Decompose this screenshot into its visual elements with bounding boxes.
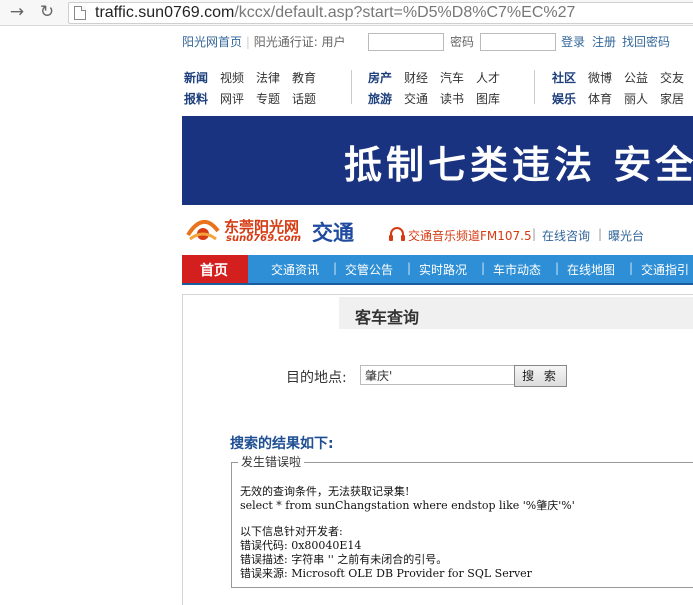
nav-dating[interactable]: 交友 (660, 70, 684, 86)
page-icon (74, 6, 86, 20)
results-title: 搜索的结果如下: (230, 436, 334, 452)
home-link[interactable]: 阳光网首页 (182, 35, 242, 49)
nav-education[interactable]: 教育 (292, 70, 316, 86)
nav-talent[interactable]: 人才 (476, 70, 500, 86)
address-bar[interactable]: traffic.sun0769.com/kccx/default.asp?sta… (68, 2, 693, 24)
banner-text: 抵制七类违法 安全 (344, 142, 693, 187)
username-input[interactable] (368, 33, 444, 51)
register-link[interactable]: 注册 (592, 30, 616, 54)
page-title: 客车查询 (355, 308, 420, 327)
exposure-link[interactable]: 曝光台 (608, 227, 644, 244)
nav-gallery[interactable]: 图库 (476, 91, 500, 107)
menu-home-label[interactable]: 首页 (200, 260, 228, 280)
sun-logo-icon (186, 220, 220, 241)
menu-live-traffic[interactable]: 实时路况 (419, 261, 467, 278)
nav-news[interactable]: 新闻 (184, 70, 208, 86)
passport-label: 阳光通行证: 用户 (253, 35, 346, 49)
menu-separator: | (629, 261, 634, 275)
logo-domain: sun0769.com (226, 233, 302, 244)
nav-divider (351, 70, 352, 104)
nav-books[interactable]: 读书 (440, 91, 464, 107)
nav-travel[interactable]: 旅游 (368, 91, 392, 107)
nav-entertainment[interactable]: 娱乐 (552, 91, 576, 107)
menu-traffic-news[interactable]: 交通资讯 (271, 261, 319, 278)
nav-charity[interactable]: 公益 (624, 70, 648, 86)
error-legend: 发生错误啦 (238, 453, 305, 470)
nav-beauty[interactable]: 丽人 (624, 91, 648, 107)
header-separator: | (598, 227, 603, 241)
search-button[interactable]: 搜 索 (514, 365, 567, 387)
destination-input[interactable] (360, 365, 516, 385)
error-message: 无效的查询条件，无法获取记录集! (240, 485, 410, 498)
url-text[interactable]: traffic.sun0769.com/kccx/default.asp?sta… (95, 4, 575, 22)
nav-subject[interactable]: 话题 (292, 91, 316, 107)
error-sql: select * from sunChangstation where ends… (240, 499, 575, 512)
nav-divider (534, 70, 535, 104)
login-link[interactable]: 登录 (561, 30, 585, 54)
nav-traffic[interactable]: 交通 (404, 91, 428, 107)
recover-password-link[interactable]: 找回密码 (622, 30, 670, 54)
nav-community[interactable]: 社区 (552, 70, 576, 86)
headphones-icon (389, 227, 405, 241)
reload-icon[interactable]: ↻ (37, 2, 57, 22)
nav-finance[interactable]: 财经 (404, 70, 428, 86)
nav-sports[interactable]: 体育 (588, 91, 612, 107)
promo-banner[interactable]: 抵制七类违法 安全 (182, 116, 693, 205)
menu-home-edge (238, 255, 248, 283)
menu-traffic-guide[interactable]: 交通指引 (641, 261, 689, 278)
back-arrow-icon[interactable]: → (7, 2, 27, 22)
menu-separator: | (555, 261, 560, 275)
header-separator: | (532, 227, 537, 241)
nav-home-living[interactable]: 家居 (660, 91, 684, 107)
menu-separator: | (481, 261, 486, 275)
radio-channel-link[interactable]: 交通音乐频道FM107.5 (408, 227, 532, 244)
nav-weibo[interactable]: 微博 (588, 70, 612, 86)
password-label: 密码 (450, 35, 475, 49)
url-path: /kccx/default.asp?start=%D5%D8%C7%EC%27 (234, 4, 576, 21)
menu-online-map[interactable]: 在线地图 (567, 261, 615, 278)
nav-law[interactable]: 法律 (256, 70, 280, 86)
nav-house[interactable]: 房产 (368, 70, 392, 86)
menu-separator: | (407, 261, 412, 275)
nav-video[interactable]: 视频 (220, 70, 244, 86)
nav-topic[interactable]: 专题 (256, 91, 280, 107)
url-host: traffic.sun0769.com (95, 4, 235, 21)
error-code: 错误代码: 0x80040E14 (240, 539, 362, 552)
destination-label: 目的地点: (286, 370, 347, 386)
error-source: 错误来源: Microsoft OLE DB Provider for SQL … (240, 567, 532, 580)
nav-comment[interactable]: 网评 (220, 91, 244, 107)
menu-car-market[interactable]: 车市动态 (493, 261, 541, 278)
nav-report[interactable]: 报料 (184, 91, 208, 107)
menu-police-notice[interactable]: 交管公告 (345, 261, 393, 278)
password-input[interactable] (480, 33, 556, 51)
online-consult-link[interactable]: 在线咨询 (542, 227, 590, 244)
error-dev-heading: 以下信息针对开发者: (240, 525, 343, 538)
channel-title: 交通 (312, 221, 354, 245)
menu-separator: | (333, 261, 338, 275)
nav-auto[interactable]: 汽车 (440, 70, 464, 86)
error-description: 错误描述: 字符串 '' 之前有未闭合的引号。 (240, 553, 448, 566)
